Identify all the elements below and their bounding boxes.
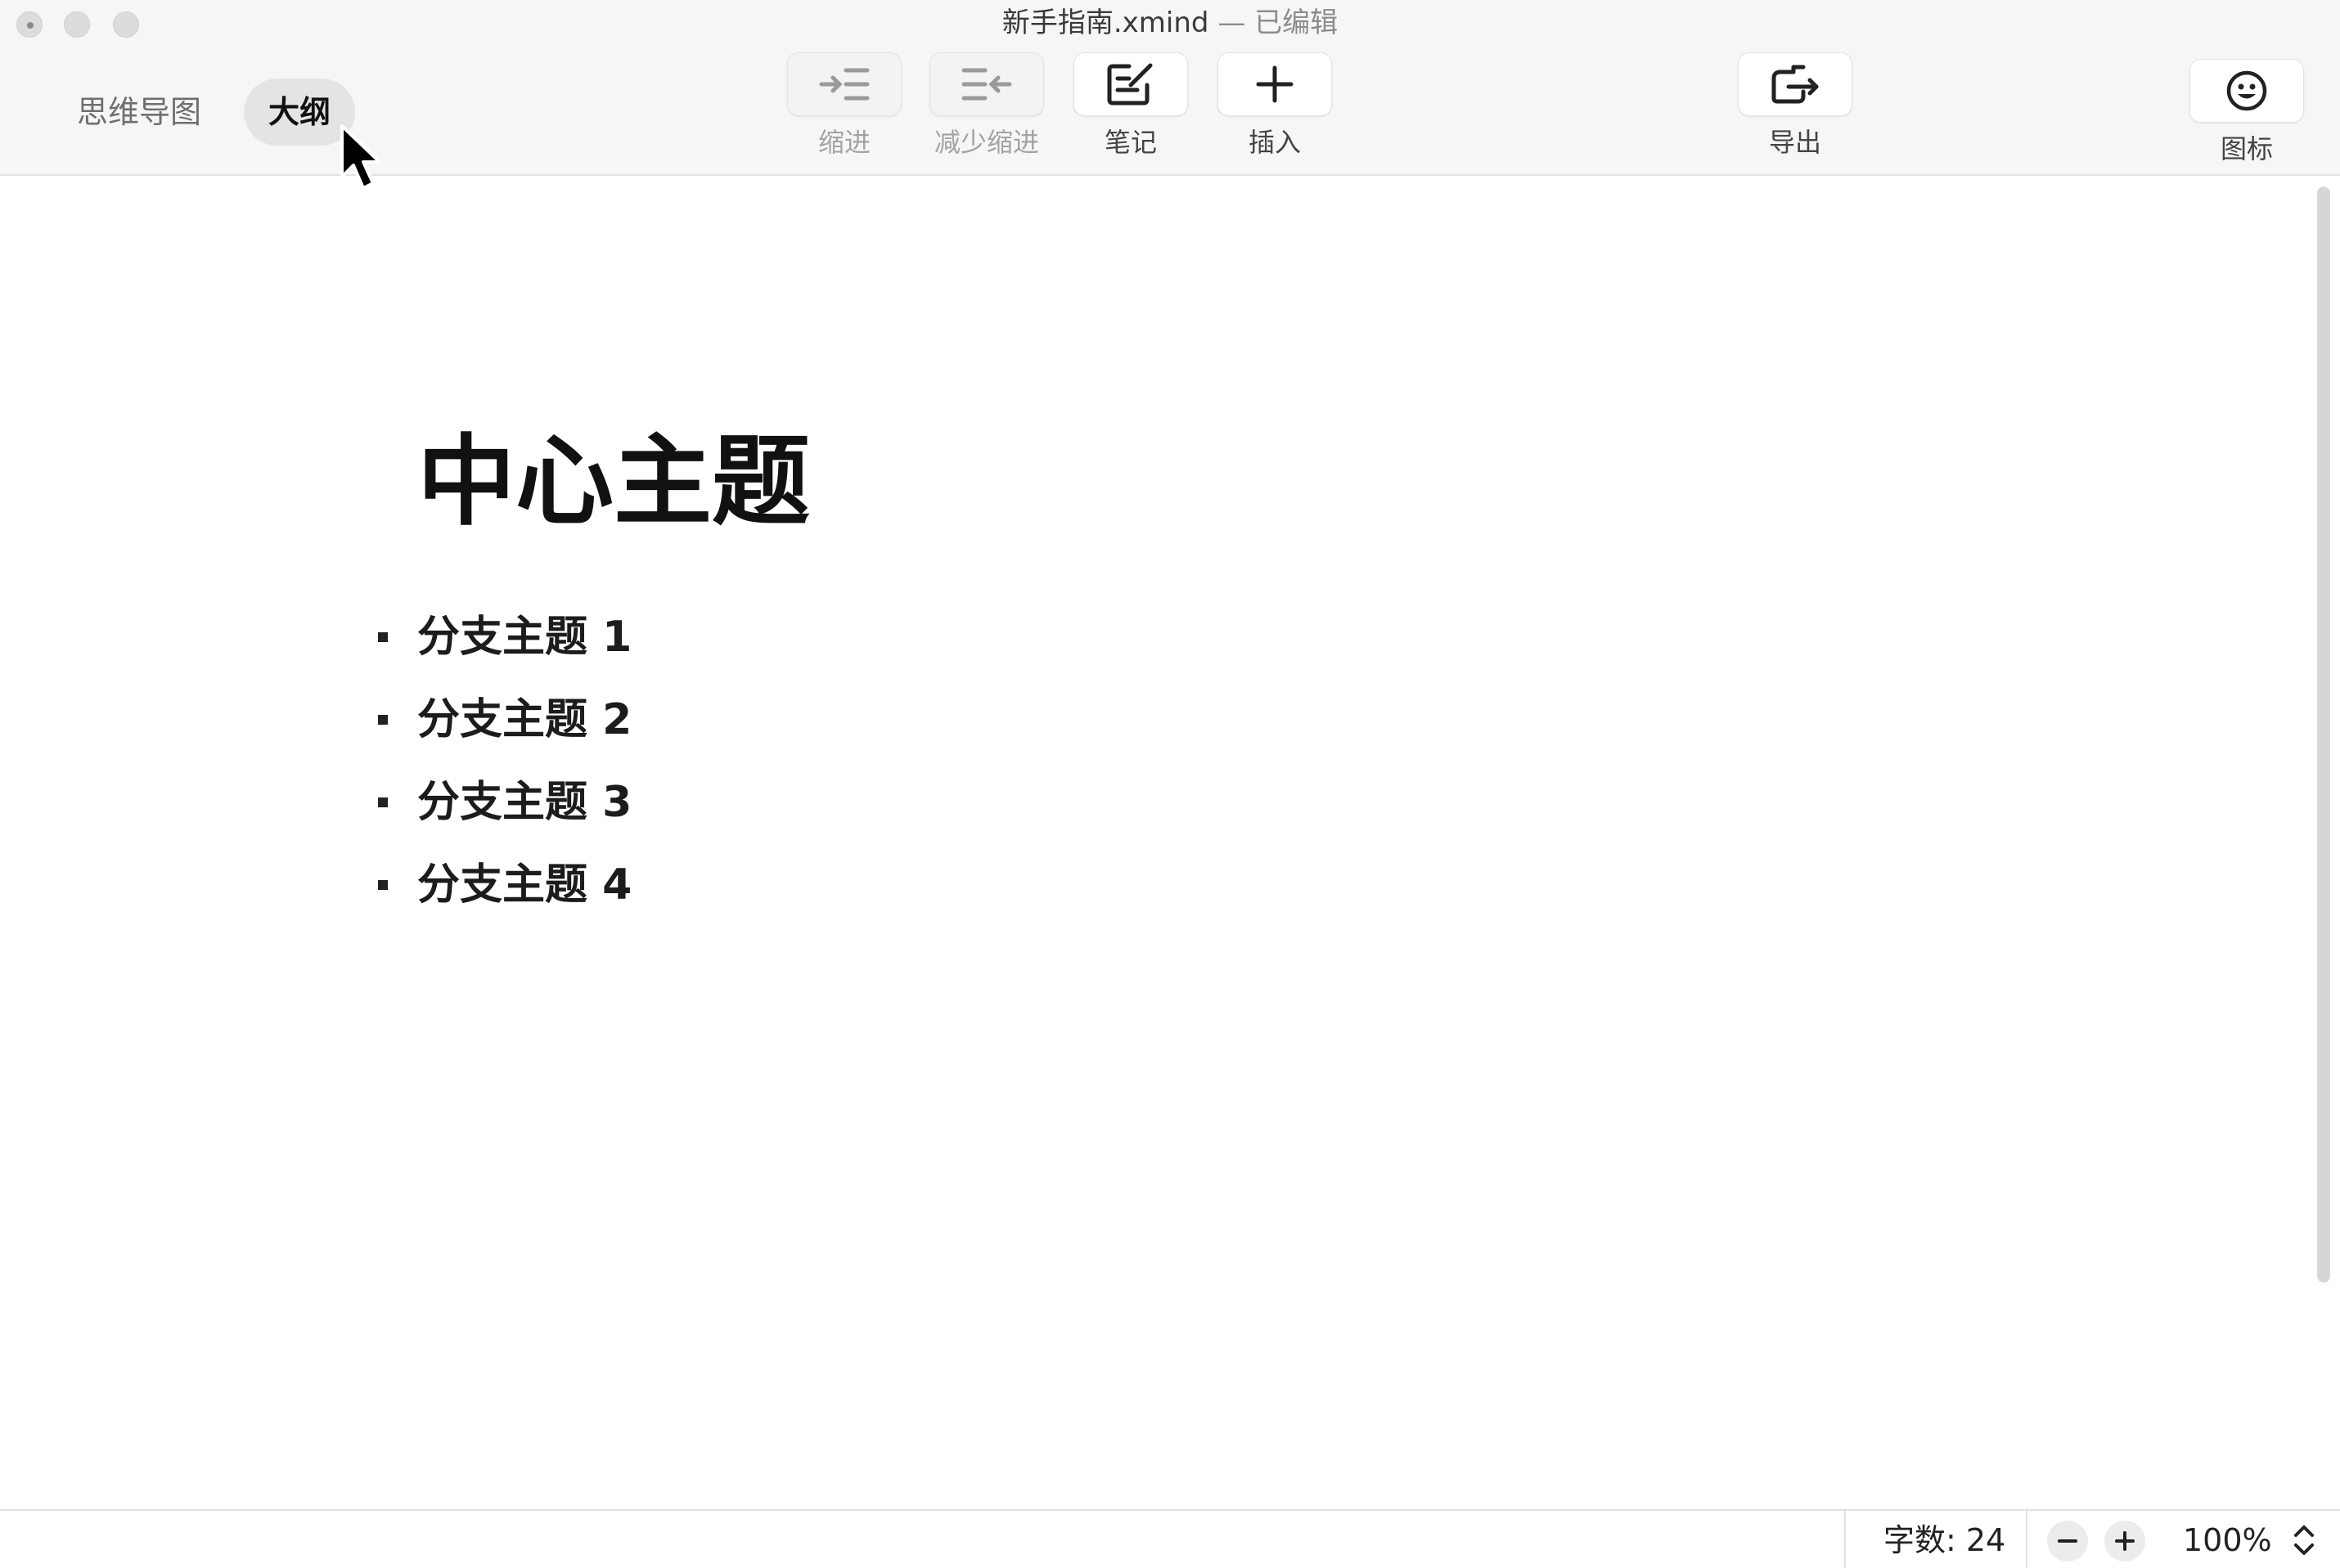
zoom-out-button[interactable] bbox=[2047, 1521, 2088, 1561]
outdent-tool[interactable]: 减少缩进 bbox=[929, 52, 1044, 159]
word-count: 字数: 24 bbox=[1883, 1522, 2006, 1558]
window-edited-status: — 已编辑 bbox=[1217, 7, 1339, 39]
insert-button[interactable] bbox=[1217, 52, 1332, 116]
app-window: 新手指南.xmind — 已编辑 思维导图 大纲 缩进 减少缩进 笔记 插入 导… bbox=[0, 0, 2340, 1568]
window-filename: 新手指南.xmind bbox=[1001, 7, 1209, 39]
indent-icon bbox=[819, 68, 870, 101]
branch-topic-label[interactable]: 分支主题 4 bbox=[417, 859, 632, 911]
outline-item[interactable]: 分支主题 2 bbox=[378, 678, 632, 761]
status-bar: 字数: 24 100% bbox=[0, 1509, 2340, 1568]
bullet-icon bbox=[378, 631, 388, 642]
insert-tool[interactable]: 插入 bbox=[1217, 52, 1332, 159]
bullet-icon bbox=[378, 797, 388, 807]
status-divider bbox=[2026, 1511, 2027, 1568]
window-title: 新手指南.xmind — 已编辑 bbox=[0, 5, 2340, 41]
export-icon bbox=[1771, 65, 1819, 104]
view-switch: 思维导图 大纲 bbox=[52, 79, 356, 146]
plus-icon bbox=[1256, 65, 1294, 103]
indent-button[interactable] bbox=[787, 52, 902, 116]
central-topic[interactable]: 中心主题 bbox=[417, 417, 810, 548]
note-button[interactable] bbox=[1073, 52, 1188, 116]
mouse-pointer-icon bbox=[340, 124, 381, 190]
icon-tool[interactable]: 图标 bbox=[2189, 59, 2304, 165]
indent-label: 缩进 bbox=[817, 127, 871, 158]
outdent-icon bbox=[961, 68, 1012, 101]
status-divider bbox=[1844, 1511, 1846, 1568]
zoom-stepper[interactable] bbox=[2291, 1521, 2317, 1563]
export-button[interactable] bbox=[1738, 52, 1852, 116]
outline-list: 分支主题 1 分支主题 2 分支主题 3 分支主题 4 bbox=[378, 595, 632, 926]
bullet-icon bbox=[378, 714, 388, 725]
minus-icon bbox=[2058, 1539, 2077, 1543]
note-icon bbox=[1107, 63, 1153, 106]
outline-item[interactable]: 分支主题 4 bbox=[378, 843, 632, 926]
icon-label: 图标 bbox=[2220, 133, 2273, 164]
branch-topic-label[interactable]: 分支主题 1 bbox=[417, 611, 632, 663]
export-tool[interactable]: 导出 bbox=[1738, 52, 1852, 159]
note-tool[interactable]: 笔记 bbox=[1073, 52, 1188, 159]
plus-icon bbox=[2115, 1531, 2135, 1551]
indent-tool[interactable]: 缩进 bbox=[787, 52, 902, 159]
outline-item[interactable]: 分支主题 1 bbox=[378, 595, 632, 678]
insert-label: 插入 bbox=[1248, 127, 1301, 158]
bullet-icon bbox=[378, 879, 388, 890]
outline-item[interactable]: 分支主题 3 bbox=[378, 761, 632, 843]
outdent-button[interactable] bbox=[929, 52, 1044, 116]
zoom-level[interactable]: 100% bbox=[2183, 1522, 2272, 1558]
emoji-icon bbox=[2226, 70, 2267, 111]
note-label: 笔记 bbox=[1104, 127, 1157, 158]
mindmap-view-button[interactable]: 思维导图 bbox=[52, 79, 226, 146]
branch-topic-label[interactable]: 分支主题 2 bbox=[417, 694, 632, 746]
export-label: 导出 bbox=[1768, 127, 1821, 158]
stepper-icon bbox=[2294, 1525, 2314, 1555]
branch-topic-label[interactable]: 分支主题 3 bbox=[417, 776, 632, 829]
outdent-label: 减少缩进 bbox=[934, 127, 1039, 158]
vertical-scrollbar[interactable] bbox=[2317, 186, 2330, 1283]
icon-button[interactable] bbox=[2189, 59, 2304, 123]
zoom-in-button[interactable] bbox=[2104, 1521, 2145, 1561]
